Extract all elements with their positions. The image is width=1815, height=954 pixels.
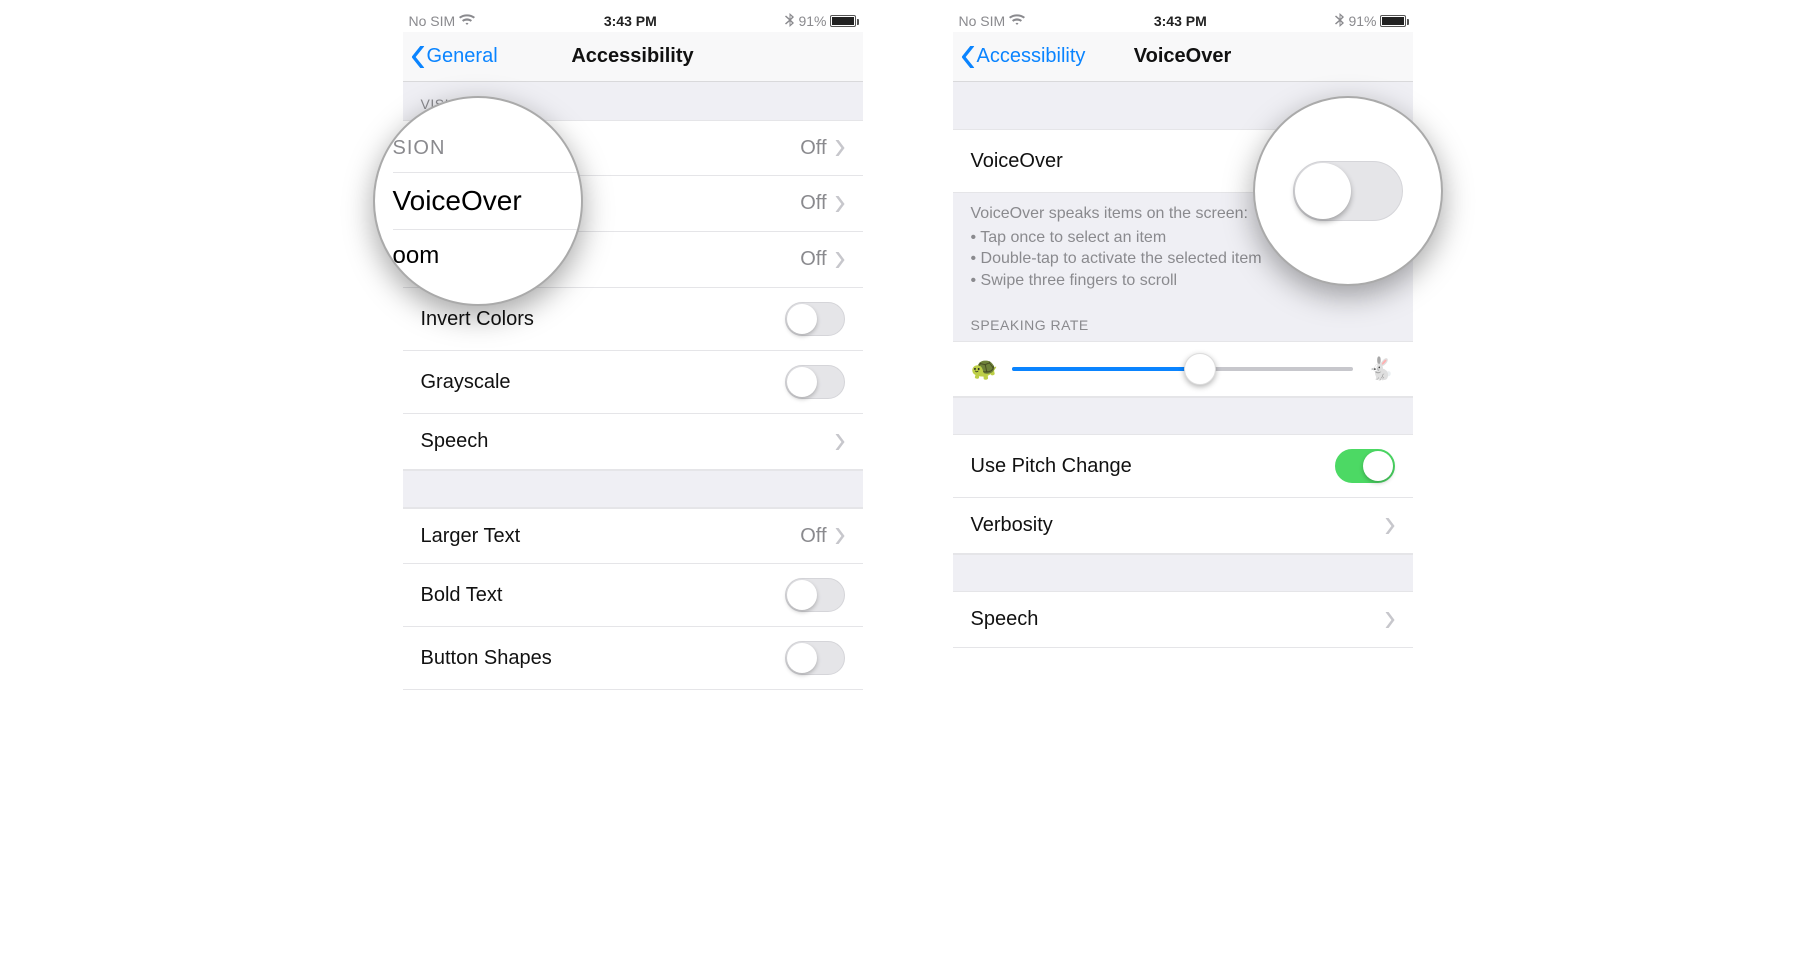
nav-bar: Accessibility VoiceOver bbox=[953, 32, 1413, 82]
row-label: Invert Colors bbox=[421, 308, 534, 331]
toggle-use-pitch-change[interactable] bbox=[1335, 449, 1395, 483]
chevron-right-icon bbox=[835, 252, 845, 268]
row-label: Grayscale bbox=[421, 371, 511, 394]
row-label: Bold Text bbox=[421, 584, 503, 607]
wifi-icon bbox=[459, 13, 475, 29]
chevron-right-icon bbox=[1385, 612, 1395, 628]
bluetooth-icon bbox=[785, 13, 794, 30]
row-value: Off bbox=[800, 137, 826, 160]
toggle-invert-colors[interactable] bbox=[785, 302, 845, 336]
row-bold-text: Bold Text bbox=[403, 564, 863, 627]
status-bar: No SIM 3:43 PM 91% bbox=[403, 10, 863, 32]
nav-bar: General Accessibility bbox=[403, 32, 863, 82]
wifi-icon bbox=[1009, 13, 1025, 29]
section-gap bbox=[953, 554, 1413, 592]
callout-magnifier-voiceover: SION VoiceOver oom bbox=[373, 96, 583, 306]
phone-accessibility: No SIM 3:43 PM 91% General Accessibility… bbox=[403, 10, 863, 944]
text-list: Larger Text Off Bold Text Button Shapes bbox=[403, 508, 863, 690]
bluetooth-icon bbox=[1335, 13, 1344, 30]
section-header-speaking-rate: SPEAKING RATE bbox=[953, 303, 1413, 341]
carrier-label: No SIM bbox=[959, 13, 1006, 29]
mag-line1: SION bbox=[393, 133, 581, 173]
back-button[interactable]: General bbox=[411, 45, 498, 68]
battery-icon bbox=[830, 15, 856, 27]
row-label: Use Pitch Change bbox=[971, 455, 1132, 478]
row-value: Off bbox=[800, 248, 826, 271]
row-speech[interactable]: Speech bbox=[953, 592, 1413, 648]
back-label: Accessibility bbox=[977, 45, 1086, 68]
status-bar: No SIM 3:43 PM 91% bbox=[953, 10, 1413, 32]
chevron-right-icon bbox=[835, 434, 845, 450]
callout-magnifier-toggle bbox=[1253, 96, 1443, 286]
page-title: VoiceOver bbox=[1134, 45, 1231, 68]
row-label: Larger Text bbox=[421, 525, 521, 548]
row-button-shapes: Button Shapes bbox=[403, 627, 863, 690]
row-label: Button Shapes bbox=[421, 647, 552, 670]
mag-line3: oom bbox=[393, 230, 581, 270]
speaking-rate-slider[interactable] bbox=[1012, 367, 1353, 371]
speaking-rate-slider-row: 🐢 🐇 bbox=[953, 341, 1413, 397]
chevron-right-icon bbox=[835, 140, 845, 156]
turtle-icon: 🐢 bbox=[971, 356, 998, 382]
phone-voiceover: No SIM 3:43 PM 91% Accessibility VoiceOv… bbox=[953, 10, 1413, 944]
row-label: Verbosity bbox=[971, 514, 1053, 537]
row-value: Off bbox=[800, 525, 826, 548]
row-value: Off bbox=[800, 192, 826, 215]
page-title: Accessibility bbox=[571, 45, 693, 68]
rabbit-icon: 🐇 bbox=[1367, 356, 1394, 382]
row-label: VoiceOver bbox=[971, 150, 1063, 173]
section-gap bbox=[403, 470, 863, 508]
battery-pct: 91% bbox=[798, 13, 826, 29]
toggle-bold-text[interactable] bbox=[785, 578, 845, 612]
battery-icon bbox=[1380, 15, 1406, 27]
row-label: Speech bbox=[971, 608, 1039, 631]
chevron-right-icon bbox=[1385, 518, 1395, 534]
chevron-right-icon bbox=[835, 196, 845, 212]
toggle-button-shapes[interactable] bbox=[785, 641, 845, 675]
toggle-grayscale[interactable] bbox=[785, 365, 845, 399]
battery-pct: 91% bbox=[1348, 13, 1376, 29]
clock: 3:43 PM bbox=[1154, 13, 1207, 29]
back-label: General bbox=[427, 45, 498, 68]
chevron-right-icon bbox=[835, 528, 845, 544]
row-label: Speech bbox=[421, 430, 489, 453]
back-button[interactable]: Accessibility bbox=[961, 45, 1086, 68]
clock: 3:43 PM bbox=[604, 13, 657, 29]
row-grayscale: Grayscale bbox=[403, 351, 863, 414]
row-use-pitch-change: Use Pitch Change bbox=[953, 435, 1413, 498]
row-larger-text[interactable]: Larger Text Off bbox=[403, 508, 863, 564]
carrier-label: No SIM bbox=[409, 13, 456, 29]
row-speech[interactable]: Speech bbox=[403, 414, 863, 470]
mag-line2: VoiceOver bbox=[393, 173, 581, 230]
row-verbosity[interactable]: Verbosity bbox=[953, 498, 1413, 554]
section-gap bbox=[953, 397, 1413, 435]
magnified-toggle bbox=[1293, 161, 1403, 221]
